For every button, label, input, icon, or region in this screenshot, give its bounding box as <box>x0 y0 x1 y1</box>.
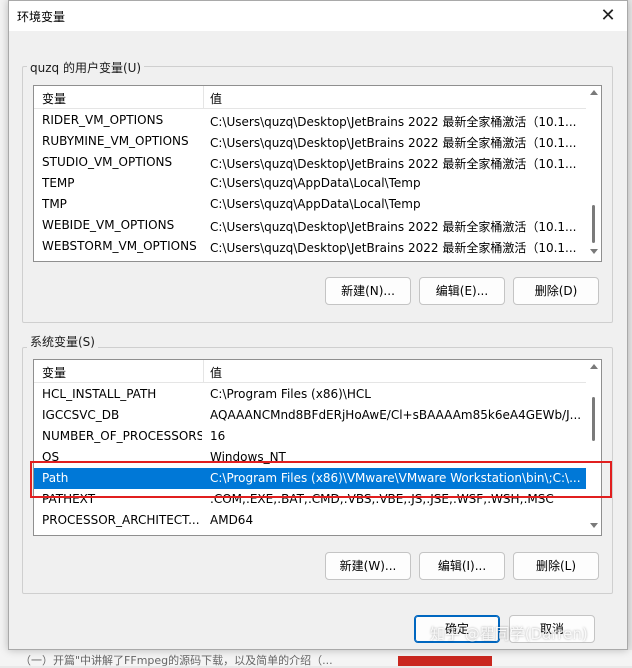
list-header: 变量 值 <box>34 360 586 383</box>
variable-name: IGCCSVC_DB <box>42 408 120 422</box>
background-red-banner <box>398 656 492 666</box>
variable-name: TEMP <box>42 176 75 190</box>
title-bar: 环境变量 ✕ <box>9 1 627 31</box>
scroll-up-arrow-icon[interactable] <box>590 90 598 95</box>
user-delete-button[interactable]: 删除(D) <box>513 277 599 305</box>
variable-value: C:\Users\quzq\Desktop\JetBrains 2022 最新全… <box>210 157 577 171</box>
table-row[interactable]: NUMBER_OF_PROCESSORS 16 <box>34 426 586 447</box>
system-list-scrollbar[interactable] <box>587 361 601 533</box>
variable-value: C:\Users\quzq\Desktop\JetBrains 2022 最新全… <box>210 241 577 255</box>
system-edit-button[interactable]: 编辑(I)... <box>419 552 505 580</box>
variable-name: WEBSTORM_VM_OPTIONS <box>42 239 197 253</box>
table-row[interactable]: PROCESSOR_ARCHITECT... AMD64 <box>34 510 586 531</box>
system-variables-list[interactable]: 变量 值 HCL_INSTALL_PATH C:\Program Files (x… <box>33 359 602 536</box>
scroll-thumb[interactable] <box>592 397 595 441</box>
column-header-variable[interactable]: 变量 <box>42 90 66 107</box>
system-delete-button[interactable]: 删除(L) <box>513 552 599 580</box>
environment-variables-dialog: 环境变量 ✕ quzq 的用户变量(U) 变量 值 RIDER_VM_OPTIO… <box>8 0 628 650</box>
variable-name: STUDIO_VM_OPTIONS <box>42 155 173 169</box>
variable-name: HCL_INSTALL_PATH <box>42 387 157 401</box>
scroll-down-arrow-icon[interactable] <box>590 523 598 528</box>
table-row[interactable]: RIDER_VM_OPTIONS C:\Users\quzq\Desktop\Je… <box>34 110 586 131</box>
column-separator[interactable] <box>203 86 204 108</box>
scroll-up-arrow-icon[interactable] <box>590 364 598 369</box>
variable-value: 16 <box>210 429 226 443</box>
variable-name: NUMBER_OF_PROCESSORS <box>42 429 202 443</box>
table-row[interactable]: RUBYMINE_VM_OPTIONS C:\Users\quzq\Desktop… <box>34 131 586 152</box>
user-variables-list[interactable]: 变量 值 RIDER_VM_OPTIONS C:\Users\quzq\Deskt… <box>33 85 602 262</box>
variable-value: C:\Users\quzq\AppData\Local\Temp <box>210 176 421 190</box>
variable-value: AQAAANCMnd8BFdERjHoAwE/Cl+sBAAAAm85k6eA4… <box>210 408 580 422</box>
variable-value: C:\Users\quzq\AppData\Local\Temp <box>210 197 421 211</box>
user-list-scrollbar[interactable] <box>587 87 601 259</box>
column-header-value[interactable]: 值 <box>210 90 222 107</box>
variable-value: C:\Users\quzq\Desktop\JetBrains 2022 最新全… <box>210 136 577 150</box>
list-header: 变量 值 <box>34 86 586 109</box>
column-separator[interactable] <box>203 360 204 382</box>
table-row[interactable]: HCL_INSTALL_PATH C:\Program Files (x86)\H… <box>34 384 586 405</box>
scroll-thumb[interactable] <box>592 205 595 243</box>
variable-name: WEBIDE_VM_OPTIONS <box>42 218 175 232</box>
column-header-value[interactable]: 值 <box>210 364 222 381</box>
column-header-variable[interactable]: 变量 <box>42 364 66 381</box>
table-row[interactable]: WEBSTORM_VM_OPTIONS C:\Users\quzq\Desktop… <box>34 236 586 257</box>
dialog-title: 环境变量 <box>17 10 66 24</box>
table-row[interactable]: TMP C:\Users\quzq\AppData\Local\Temp <box>34 194 586 215</box>
user-variables-label: quzq 的用户变量(U) <box>27 59 145 76</box>
table-row[interactable]: STUDIO_VM_OPTIONS C:\Users\quzq\Desktop\J… <box>34 152 586 173</box>
variable-name: TMP <box>42 197 67 211</box>
variable-value: C:\Program Files (x86)\HCL <box>210 387 371 401</box>
watermark: 知乎 @瞿同学(Darren) <box>430 625 588 643</box>
close-icon[interactable]: ✕ <box>595 4 621 28</box>
highlight-annotation-box <box>30 461 612 498</box>
scroll-down-arrow-icon[interactable] <box>590 249 598 254</box>
variable-value: C:\Users\quzq\Desktop\JetBrains 2022 最新全… <box>210 115 577 129</box>
table-row[interactable]: TEMP C:\Users\quzq\AppData\Local\Temp <box>34 173 586 194</box>
system-new-button[interactable]: 新建(W)... <box>325 552 411 580</box>
variable-name: PROCESSOR_ARCHITECT... <box>42 513 200 527</box>
table-row[interactable]: IGCCSVC_DB AQAAANCMnd8BFdERjHoAwE/Cl+sBAA… <box>34 405 586 426</box>
variable-value: AMD64 <box>210 513 254 527</box>
variable-name: RIDER_VM_OPTIONS <box>42 113 164 127</box>
variable-value: C:\Users\quzq\Desktop\JetBrains 2022 最新全… <box>210 220 577 234</box>
system-variables-label: 系统变量(S) <box>27 333 98 350</box>
variable-name: RUBYMINE_VM_OPTIONS <box>42 134 189 148</box>
user-new-button[interactable]: 新建(N)... <box>325 277 411 305</box>
user-edit-button[interactable]: 编辑(E)... <box>419 277 505 305</box>
table-row[interactable]: WEBIDE_VM_OPTIONS C:\Users\quzq\Desktop\J… <box>34 215 586 236</box>
